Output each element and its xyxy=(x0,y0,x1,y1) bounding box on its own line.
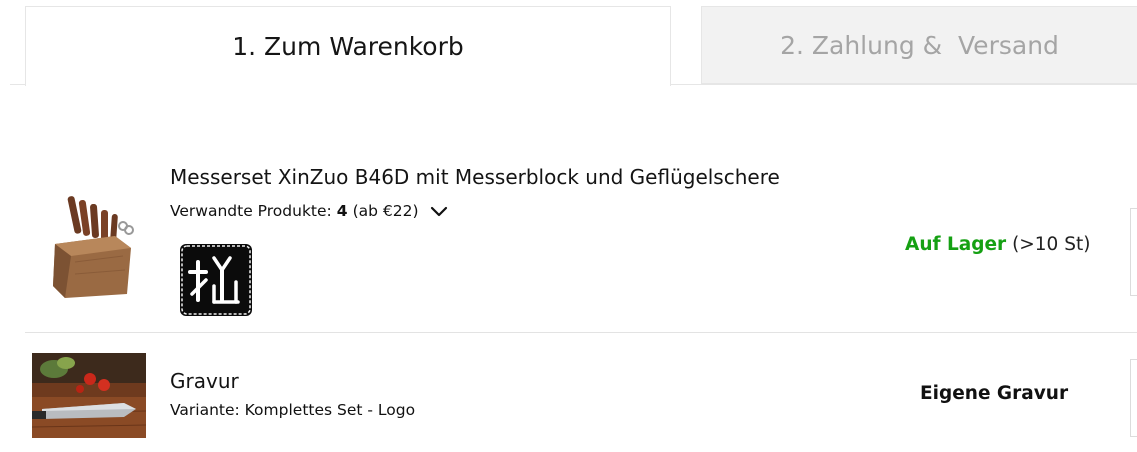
related-products-toggle[interactable]: Verwandte Produkte: 4 (ab €22) xyxy=(170,202,448,220)
knife-block-image[interactable] xyxy=(45,190,135,302)
tab-payment-shipping-label: 2. Zahlung & Versand xyxy=(780,30,1059,60)
related-products-price: (ab €22) xyxy=(352,202,419,220)
cart-page: 1. Zum Warenkorb 2. Zahlung & Versand Me… xyxy=(0,0,1137,452)
stock-quantity: (>10 St) xyxy=(1012,234,1091,255)
product-title[interactable]: Messerset XinZuo B46D mit Messerblock un… xyxy=(170,165,780,189)
tab-cart[interactable]: 1. Zum Warenkorb xyxy=(25,6,671,86)
related-products-label: Verwandte Produkte: xyxy=(170,202,332,220)
stock-status: Auf Lager (>10 St) xyxy=(905,234,1090,255)
cart-row-engraving: Gravur Variante: Komplettes Set - Logo E… xyxy=(25,333,1137,452)
quantity-box-edge[interactable] xyxy=(1130,208,1137,296)
product-variant: Variante: Komplettes Set - Logo xyxy=(170,401,416,419)
stock-status-label: Auf Lager xyxy=(905,234,1007,255)
product-title-engraving[interactable]: Gravur xyxy=(170,369,239,393)
related-products-count: 4 xyxy=(336,202,348,220)
cart-row-knife-set: Messerset XinZuo B46D mit Messerblock un… xyxy=(25,150,1137,332)
engraving-status-label: Eigene Gravur xyxy=(920,383,1069,404)
tab-payment-shipping[interactable]: 2. Zahlung & Versand xyxy=(701,6,1137,84)
quantity-box-edge-engraving[interactable] xyxy=(1130,359,1137,437)
engraved-knife-image[interactable] xyxy=(32,353,146,438)
engraving-logo-badge[interactable] xyxy=(178,242,254,318)
chevron-down-icon[interactable] xyxy=(430,205,448,217)
tab-cart-label: 1. Zum Warenkorb xyxy=(232,32,464,61)
